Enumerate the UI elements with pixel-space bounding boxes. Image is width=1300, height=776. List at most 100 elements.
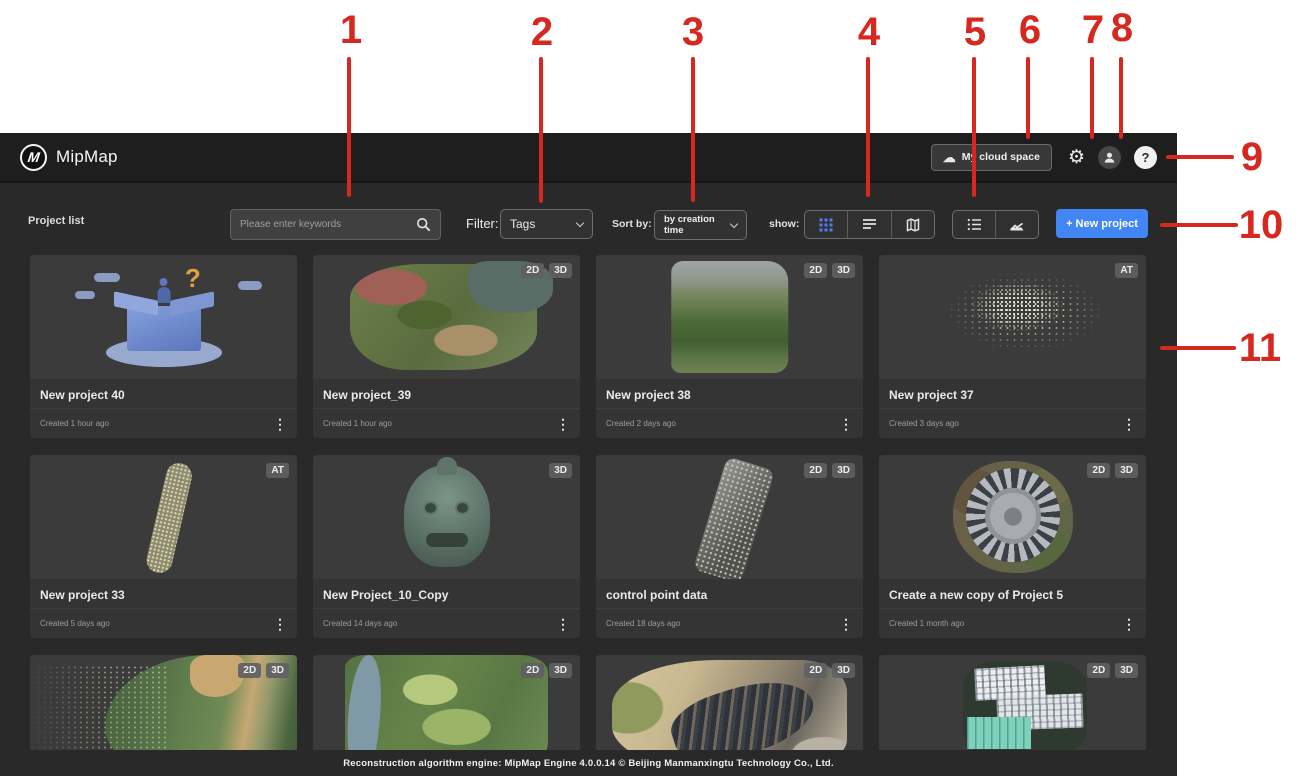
cloud-icon: ☁ bbox=[943, 151, 956, 164]
card-footer: Created 1 month ago⋮ bbox=[879, 608, 1146, 638]
grid-view-button[interactable] bbox=[805, 211, 847, 238]
badge-2d: 2D bbox=[238, 663, 261, 678]
annotation-line-4 bbox=[866, 57, 870, 197]
project-card[interactable]: 2D3DNew project_39Created 1 hour ago⋮ bbox=[313, 255, 580, 438]
new-project-button[interactable]: + New project bbox=[1056, 209, 1148, 238]
badge-2d: 2D bbox=[521, 263, 544, 278]
task-list-icon bbox=[967, 218, 982, 231]
grid-view-icon bbox=[819, 218, 833, 232]
brand-title: MipMap bbox=[56, 147, 118, 167]
cloud-task-button[interactable] bbox=[995, 211, 1038, 238]
annotation-line-2 bbox=[539, 57, 543, 203]
annotation-line-9 bbox=[1166, 155, 1234, 159]
annotation-number-8: 8 bbox=[1111, 8, 1133, 48]
map-view-button[interactable] bbox=[891, 211, 934, 238]
annotation-line-10 bbox=[1160, 223, 1238, 227]
kebab-menu-icon[interactable]: ⋮ bbox=[839, 617, 853, 631]
annotation-number-4: 4 bbox=[858, 12, 880, 52]
badge-group: 2D3D bbox=[804, 463, 855, 478]
sort-by-label: Sort by: bbox=[612, 218, 652, 230]
help-button[interactable]: ? bbox=[1134, 146, 1157, 169]
annotation-number-1: 1 bbox=[340, 10, 362, 50]
project-card[interactable]: 3DNew Project_10_CopyCreated 14 days ago… bbox=[313, 455, 580, 638]
project-name: New project 37 bbox=[889, 388, 1136, 402]
annotation-number-7: 7 bbox=[1082, 10, 1104, 50]
sort-dropdown[interactable]: by creation time bbox=[654, 210, 747, 240]
project-thumbnail: ? bbox=[30, 255, 297, 379]
annotation-number-10: 10 bbox=[1239, 205, 1284, 245]
badge-group: 2D 3D bbox=[521, 663, 572, 678]
app-footer: Reconstruction algorithm engine: MipMap … bbox=[0, 750, 1177, 776]
annotation-number-6: 6 bbox=[1019, 10, 1041, 50]
project-created-time: Created 2 days ago bbox=[606, 419, 676, 428]
project-card[interactable]: 2D3DNew project 38Created 2 days ago⋮ bbox=[596, 255, 863, 438]
chevron-down-icon bbox=[730, 219, 738, 227]
card-footer: Created 18 days ago ⋮ bbox=[596, 608, 863, 638]
map-view-icon bbox=[906, 218, 920, 232]
project-created-time: Created 5 days ago bbox=[40, 619, 110, 628]
badge-2d: 2D bbox=[804, 663, 827, 678]
annotation-line-5 bbox=[972, 57, 976, 197]
search-box[interactable] bbox=[230, 209, 441, 240]
badge-at: AT bbox=[266, 463, 289, 478]
badge-3d: 3D bbox=[1115, 663, 1138, 678]
project-card[interactable]: 2D3DCreate a new copy of Project 5Create… bbox=[879, 455, 1146, 638]
kebab-menu-icon[interactable]: ⋮ bbox=[556, 417, 570, 431]
project-card[interactable]: ATNew project 37Created 3 days ago⋮ bbox=[879, 255, 1146, 438]
badge-2d: 2D bbox=[1087, 663, 1110, 678]
filter-value: Tags bbox=[510, 217, 535, 231]
annotation-number-3: 3 bbox=[682, 12, 704, 52]
card-footer: Created 1 hour ago⋮ bbox=[30, 408, 297, 438]
project-name: New project 33 bbox=[40, 588, 287, 602]
kebab-menu-icon[interactable]: ⋮ bbox=[273, 617, 287, 631]
project-name: New project 38 bbox=[606, 388, 853, 402]
annotation-line-11 bbox=[1160, 346, 1236, 350]
badge-group: 2D 3D bbox=[1087, 663, 1138, 678]
my-cloud-space-button[interactable]: ☁ My cloud space bbox=[931, 144, 1052, 171]
badge-group: 2D3D bbox=[521, 263, 572, 278]
top-bar: M MipMap ☁ My cloud space ⚙ ? bbox=[0, 133, 1177, 183]
annotation-line-6 bbox=[1026, 57, 1030, 139]
search-icon[interactable] bbox=[416, 217, 431, 232]
badge-group: 2D3D bbox=[238, 663, 289, 678]
project-created-time: Created 3 days ago bbox=[889, 419, 959, 428]
annotation-number-2: 2 bbox=[531, 12, 553, 52]
annotation-number-11: 11 bbox=[1239, 328, 1281, 368]
project-thumbnail bbox=[879, 255, 1146, 379]
project-thumbnail bbox=[313, 455, 580, 579]
settings-gear-icon[interactable]: ⚙ bbox=[1068, 148, 1085, 167]
search-input[interactable] bbox=[240, 219, 416, 230]
kebab-menu-icon[interactable]: ⋮ bbox=[556, 617, 570, 631]
filter-tags-dropdown[interactable]: Tags bbox=[500, 209, 593, 239]
project-created-time: Created 1 hour ago bbox=[323, 419, 392, 428]
card-footer: Created 3 days ago ⋮ bbox=[879, 408, 1146, 438]
project-created-time: Created 18 days ago bbox=[606, 619, 680, 628]
kebab-menu-icon[interactable]: ⋮ bbox=[839, 417, 853, 431]
badge-2d: 2D bbox=[804, 263, 827, 278]
badge-3d: 3D bbox=[832, 463, 855, 478]
list-view-button[interactable] bbox=[847, 211, 890, 238]
badge-2d: 2D bbox=[521, 663, 544, 678]
project-card[interactable]: AT New project 33 Created 5 days ago ⋮ bbox=[30, 455, 297, 638]
badge-3d: 3D bbox=[549, 463, 572, 478]
sort-value: by creation time bbox=[664, 214, 731, 236]
badge-group: AT bbox=[266, 463, 289, 478]
user-account-icon[interactable] bbox=[1098, 146, 1121, 169]
kebab-menu-icon[interactable]: ⋮ bbox=[273, 417, 287, 431]
project-card[interactable]: 2D3Dcontrol point dataCreated 18 days ag… bbox=[596, 455, 863, 638]
task-list-button[interactable] bbox=[953, 211, 995, 238]
card-footer: Created 14 days ago⋮ bbox=[313, 608, 580, 638]
view-toggle-group bbox=[804, 210, 935, 239]
card-footer: Created 1 hour ago ⋮ bbox=[313, 408, 580, 438]
badge-3d: 3D bbox=[549, 663, 572, 678]
kebab-menu-icon[interactable]: ⋮ bbox=[1122, 417, 1136, 431]
annotation-number-9: 9 bbox=[1241, 137, 1263, 177]
kebab-menu-icon[interactable]: ⋮ bbox=[1122, 617, 1136, 631]
badge-2d: 2D bbox=[1087, 463, 1110, 478]
project-thumbnail bbox=[30, 455, 297, 579]
project-card[interactable]: ?New project 40Created 1 hour ago⋮ bbox=[30, 255, 297, 438]
list-view-icon bbox=[862, 218, 877, 231]
annotation-line-1 bbox=[347, 57, 351, 197]
badge-3d: 3D bbox=[832, 663, 855, 678]
question-mark-icon: ? bbox=[1142, 150, 1150, 165]
